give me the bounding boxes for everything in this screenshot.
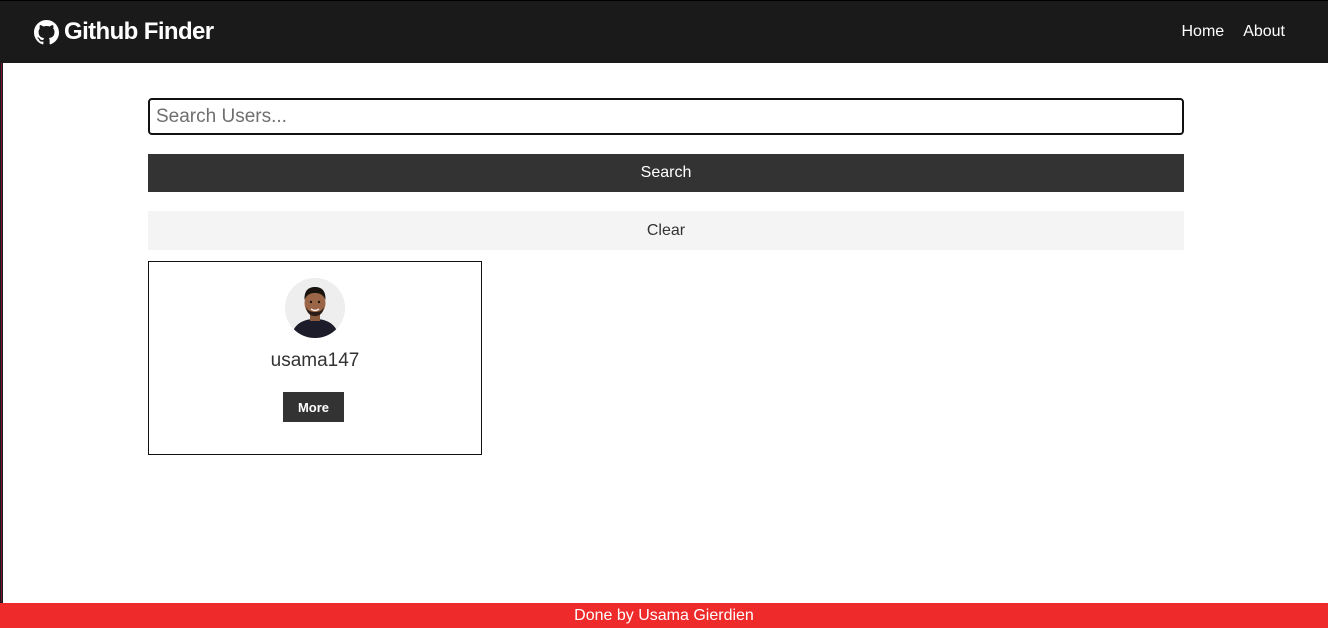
nav-link-home[interactable]: Home: [1182, 22, 1225, 42]
user-login: usama147: [270, 350, 360, 371]
page: Github Finder Home About Search Clear us…: [0, 0, 1328, 628]
brand-title: Github Finder: [64, 18, 214, 45]
navbar: Github Finder Home About: [0, 0, 1328, 63]
nav-links: Home About: [1182, 22, 1286, 42]
github-icon: [34, 19, 59, 45]
left-edge-border: [0, 0, 3, 628]
search-input[interactable]: [148, 98, 1184, 135]
more-button[interactable]: More: [283, 392, 344, 422]
clear-button[interactable]: Clear: [148, 211, 1184, 250]
search-button[interactable]: Search: [148, 154, 1184, 192]
footer: Done by Usama Gierdien: [0, 603, 1328, 628]
footer-text: Done by Usama Gierdien: [574, 607, 754, 624]
user-avatar: [285, 278, 345, 338]
brand[interactable]: Github Finder: [34, 18, 214, 46]
nav-link-about[interactable]: About: [1243, 22, 1285, 42]
user-card: usama147 More: [148, 261, 482, 455]
